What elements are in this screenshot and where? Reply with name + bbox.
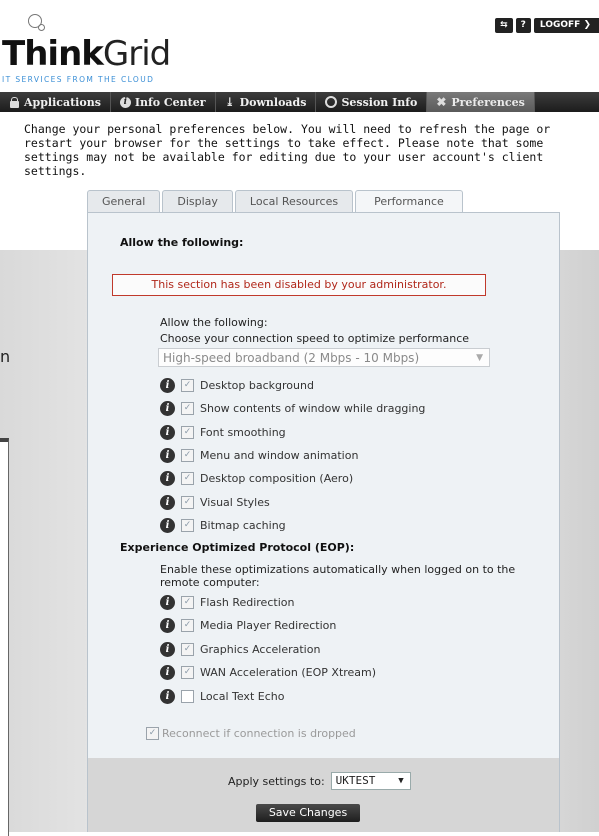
tab-local-resources[interactable]: Local Resources: [234, 190, 354, 213]
download-icon: ⤓: [224, 94, 235, 109]
eop-title: Experience Optimized Protocol (EOP):: [120, 541, 355, 554]
info-icon: i: [119, 96, 131, 108]
apply-target-select[interactable]: UKTEST ▼: [330, 772, 411, 790]
logo-bubble-small-icon: [38, 24, 45, 31]
option-flash-redirection: i ✓ Flash Redirection: [160, 594, 294, 610]
info-icon[interactable]: i: [160, 400, 175, 416]
option-local-text-echo: i Local Text Echo: [160, 688, 284, 704]
reconnect-option: ✓ Reconnect if connection is dropped: [146, 727, 356, 740]
checkbox[interactable]: ✓: [181, 642, 194, 656]
nav-info-center[interactable]: i Info Center: [111, 92, 216, 112]
tab-display[interactable]: Display: [162, 190, 233, 213]
option-desktop-background: i ✓ Desktop background: [160, 377, 314, 393]
info-icon[interactable]: i: [160, 594, 175, 610]
disabled-notice: This section has been disabled by your a…: [112, 274, 486, 296]
checkbox[interactable]: ✓: [181, 471, 194, 485]
info-icon[interactable]: i: [160, 617, 175, 633]
tab-performance[interactable]: Performance: [355, 190, 463, 214]
checkbox[interactable]: ✓: [181, 448, 194, 462]
speed-label: Choose your connection speed to optimize…: [160, 332, 470, 345]
top-buttons: ⇆ ? LOGOFF ❯: [495, 18, 599, 34]
info-icon[interactable]: i: [160, 447, 175, 463]
checkbox[interactable]: ✓: [181, 425, 194, 439]
header: ThinkGrid IT SERVICES FROM THE CLOUD ⇆ ?…: [0, 0, 599, 92]
allow-title: Allow the following:: [120, 236, 244, 249]
save-changes-button[interactable]: Save Changes: [256, 804, 360, 822]
help-button[interactable]: ?: [515, 18, 531, 33]
eop-description-line-2: remote computer:: [160, 576, 260, 589]
option-media-player-redirection: i ✓ Media Player Redirection: [160, 617, 336, 633]
apply-settings: Apply settings to: UKTEST ▼: [228, 772, 411, 790]
option-wan-acceleration: i ✓ WAN Acceleration (EOP Xtream): [160, 664, 376, 680]
checkbox[interactable]: ✓: [181, 378, 194, 392]
connection-speed-select[interactable]: High-speed broadband (2 Mbps - 10 Mbps) …: [158, 348, 490, 367]
info-icon[interactable]: i: [160, 664, 175, 680]
background-text-fragment: n: [0, 347, 11, 366]
tab-general[interactable]: General: [87, 190, 161, 213]
preferences-icon: ✖: [436, 94, 447, 109]
option-bitmap-caching: i ✓ Bitmap caching: [160, 517, 286, 533]
checkbox[interactable]: ✓: [181, 618, 194, 632]
info-icon[interactable]: i: [160, 517, 175, 533]
logo-text: ThinkGrid: [2, 34, 171, 74]
checkbox[interactable]: ✓: [181, 401, 194, 415]
info-icon[interactable]: i: [160, 641, 175, 657]
background-window-edge: [0, 438, 9, 836]
switch-button[interactable]: ⇆: [495, 18, 513, 33]
thinkgrid-logo: ThinkGrid IT SERVICES FROM THE CLOUD: [2, 8, 262, 86]
logo-tagline: IT SERVICES FROM THE CLOUD: [2, 75, 155, 84]
logoff-button[interactable]: LOGOFF ❯: [533, 18, 599, 33]
option-graphics-acceleration: i ✓ Graphics Acceleration: [160, 641, 320, 657]
lock-icon: [9, 96, 20, 108]
main-nav: Applications i Info Center ⤓ Downloads S…: [0, 92, 599, 112]
checkbox[interactable]: ✓: [181, 495, 194, 509]
apply-label: Apply settings to:: [228, 774, 325, 788]
option-font-smoothing: i ✓ Font smoothing: [160, 424, 286, 440]
option-menu-animation: i ✓ Menu and window animation: [160, 447, 358, 463]
option-window-dragging: i ✓ Show contents of window while draggi…: [160, 400, 425, 416]
checkbox[interactable]: ✓: [181, 595, 194, 609]
option-visual-styles: i ✓ Visual Styles: [160, 494, 270, 510]
preferences-tabs: General Display Local Resources Performa…: [87, 190, 463, 214]
checkbox[interactable]: ✓: [181, 665, 194, 679]
allow-sub-label: Allow the following:: [160, 316, 268, 329]
chevron-down-icon: ▼: [398, 776, 404, 786]
info-icon[interactable]: i: [160, 377, 175, 393]
info-icon[interactable]: i: [160, 494, 175, 510]
checkbox[interactable]: [181, 689, 194, 703]
info-icon[interactable]: i: [160, 424, 175, 440]
checkbox[interactable]: ✓: [146, 727, 159, 740]
eop-description-line-1: Enable these optimizations automatically…: [160, 563, 516, 576]
chevron-down-icon: ▼: [476, 353, 483, 363]
info-icon[interactable]: i: [160, 688, 175, 704]
option-desktop-composition: i ✓ Desktop composition (Aero): [160, 470, 353, 486]
nav-session-info[interactable]: Session Info: [316, 92, 428, 112]
checkbox[interactable]: ✓: [181, 518, 194, 532]
session-icon: [325, 96, 338, 108]
info-icon[interactable]: i: [160, 470, 175, 486]
intro-text: Change your personal preferences below. …: [24, 122, 551, 178]
nav-downloads[interactable]: ⤓ Downloads: [216, 92, 317, 112]
nav-preferences[interactable]: ✖ Preferences: [427, 92, 535, 112]
nav-applications[interactable]: Applications: [0, 92, 111, 112]
chevron-right-icon: ❯: [583, 20, 591, 30]
